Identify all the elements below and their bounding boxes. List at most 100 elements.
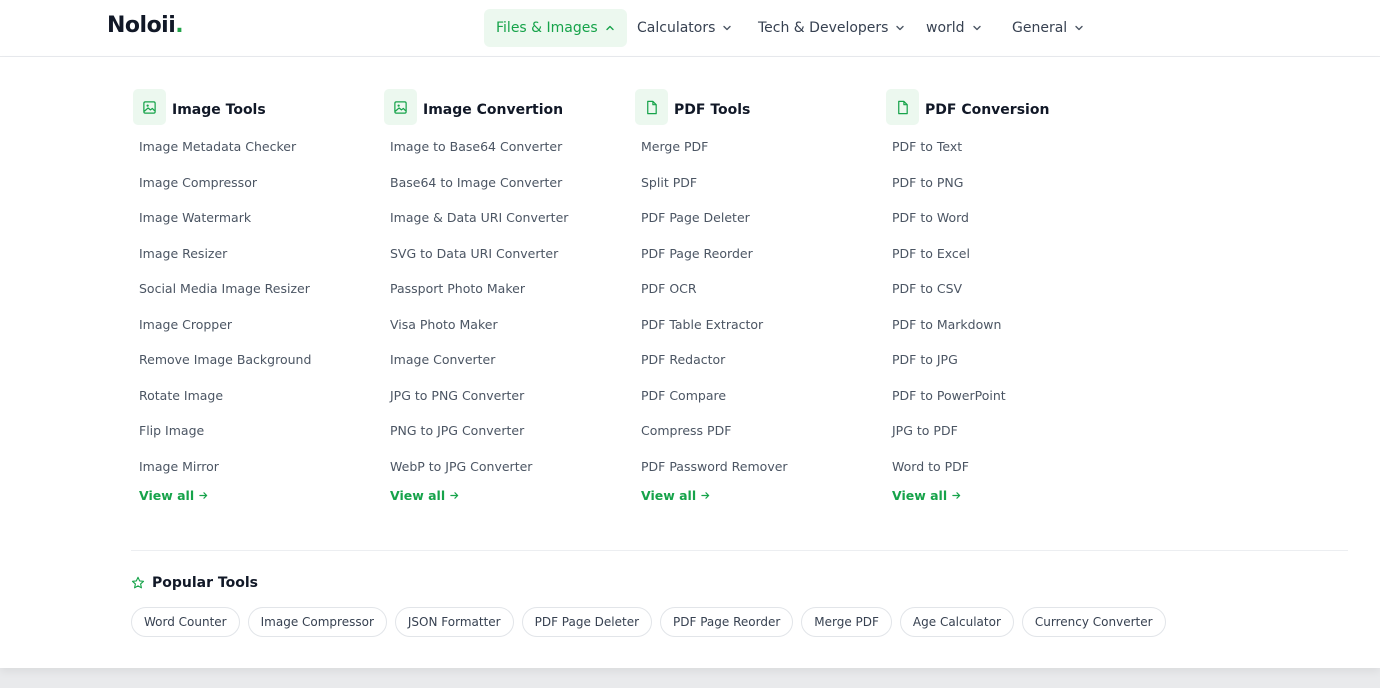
menu-link[interactable]: PDF Page Deleter xyxy=(641,203,873,239)
popular-chip[interactable]: Age Calculator xyxy=(899,607,1014,637)
arrow-right-icon xyxy=(199,492,208,499)
menu-link[interactable]: PDF to JPG xyxy=(892,345,1124,381)
menu-link[interactable]: Image to Base64 Converter xyxy=(390,132,622,168)
menu-link[interactable]: Remove Image Background xyxy=(139,345,371,381)
link-list: PDF to Text PDF to PNG PDF to Word PDF t… xyxy=(892,132,1124,487)
menu-link[interactable]: PDF to Markdown xyxy=(892,310,1124,346)
column-header: Image Convertion xyxy=(382,87,622,127)
link-list: Image to Base64 Converter Base64 to Imag… xyxy=(390,132,622,487)
file-icon xyxy=(635,89,668,125)
menu-link[interactable]: Passport Photo Maker xyxy=(390,274,622,310)
menu-link[interactable]: Word to PDF xyxy=(892,452,1124,488)
popular-tools-title: Popular Tools xyxy=(152,575,258,591)
menu-link[interactable]: Rotate Image xyxy=(139,381,371,417)
chevron-up-icon xyxy=(605,25,614,31)
popular-chip[interactable]: Currency Converter xyxy=(1021,607,1166,637)
popular-chip[interactable]: Merge PDF xyxy=(801,607,892,637)
view-all-link[interactable]: View all xyxy=(139,488,371,503)
nav-files-images[interactable]: Files & Images xyxy=(484,9,627,47)
menu-link[interactable]: PNG to JPG Converter xyxy=(390,416,622,452)
nav-label: Tech & Developers xyxy=(758,20,889,36)
nav-general[interactable]: General xyxy=(1000,9,1096,47)
menu-link[interactable]: Split PDF xyxy=(641,168,873,204)
popular-chip[interactable]: PDF Page Reorder xyxy=(660,607,794,637)
column-header: PDF Tools xyxy=(633,87,873,127)
view-all-label: View all xyxy=(892,488,948,503)
popular-chip[interactable]: JSON Formatter xyxy=(394,607,514,637)
link-list: Image Metadata Checker Image Compressor … xyxy=(139,132,371,487)
view-all-link[interactable]: View all xyxy=(892,488,1124,503)
column-title: Image Tools xyxy=(172,102,266,118)
star-icon xyxy=(131,576,145,589)
menu-link[interactable]: PDF Redactor xyxy=(641,345,873,381)
mega-menu-panel: Image Tools Image Metadata Checker Image… xyxy=(0,57,1380,668)
menu-link[interactable]: Image Cropper xyxy=(139,310,371,346)
menu-link[interactable]: Image Mirror xyxy=(139,452,371,488)
menu-link[interactable]: Image Converter xyxy=(390,345,622,381)
menu-link[interactable]: PDF to PowerPoint xyxy=(892,381,1124,417)
popular-chip[interactable]: Image Compressor xyxy=(247,607,387,637)
menu-link[interactable]: PDF to Text xyxy=(892,132,1124,168)
menu-column-image-tools: Image Tools Image Metadata Checker Image… xyxy=(131,87,371,503)
column-header: Image Tools xyxy=(131,87,371,127)
nav-tech-developers[interactable]: Tech & Developers xyxy=(746,9,917,47)
menu-link[interactable]: PDF Compare xyxy=(641,381,873,417)
menu-link[interactable]: PDF to PNG xyxy=(892,168,1124,204)
menu-column-pdf-conversion: PDF Conversion PDF to Text PDF to PNG PD… xyxy=(884,87,1124,503)
popular-chip[interactable]: Word Counter xyxy=(131,607,240,637)
menu-link[interactable]: SVG to Data URI Converter xyxy=(390,239,622,275)
menu-link[interactable]: Visa Photo Maker xyxy=(390,310,622,346)
menu-link[interactable]: Image Resizer xyxy=(139,239,371,275)
view-all-label: View all xyxy=(390,488,446,503)
menu-link[interactable]: PDF to Word xyxy=(892,203,1124,239)
site-header: Noloii. Files & Images Calculators Tech … xyxy=(0,0,1380,57)
chevron-down-icon xyxy=(723,25,732,31)
nav-label: General xyxy=(1012,20,1068,36)
menu-link[interactable]: Merge PDF xyxy=(641,132,873,168)
menu-link[interactable]: PDF to CSV xyxy=(892,274,1124,310)
menu-column-pdf-tools: PDF Tools Merge PDF Split PDF PDF Page D… xyxy=(633,87,873,503)
chevron-down-icon xyxy=(972,25,981,31)
column-title: PDF Tools xyxy=(674,102,751,118)
popular-tools-chips: Word Counter Image Compressor JSON Forma… xyxy=(131,607,1166,637)
menu-column-image-convertion: Image Convertion Image to Base64 Convert… xyxy=(382,87,622,503)
popular-chip[interactable]: PDF Page Deleter xyxy=(521,607,653,637)
menu-link[interactable]: PDF to Excel xyxy=(892,239,1124,275)
menu-link[interactable]: WebP to JPG Converter xyxy=(390,452,622,488)
menu-link[interactable]: Compress PDF xyxy=(641,416,873,452)
nav-world[interactable]: world xyxy=(914,9,994,47)
menu-link[interactable]: PDF OCR xyxy=(641,274,873,310)
column-title: Image Convertion xyxy=(423,102,564,118)
menu-link[interactable]: PDF Table Extractor xyxy=(641,310,873,346)
nav-calculators[interactable]: Calculators xyxy=(625,9,744,47)
menu-link[interactable]: Base64 to Image Converter xyxy=(390,168,622,204)
site-logo[interactable]: Noloii. xyxy=(107,13,184,38)
menu-link[interactable]: Social Media Image Resizer xyxy=(139,274,371,310)
menu-link[interactable]: PDF Password Remover xyxy=(641,452,873,488)
section-divider xyxy=(131,550,1348,551)
view-all-link[interactable]: View all xyxy=(641,488,873,503)
image-icon xyxy=(384,89,417,125)
arrow-right-icon xyxy=(450,492,459,499)
nav-label: Files & Images xyxy=(496,20,598,36)
arrow-right-icon xyxy=(701,492,710,499)
menu-link[interactable]: JPG to PNG Converter xyxy=(390,381,622,417)
chevron-down-icon xyxy=(1075,25,1083,31)
view-all-link[interactable]: View all xyxy=(390,488,622,503)
menu-link[interactable]: Image Compressor xyxy=(139,168,371,204)
nav-label: Calculators xyxy=(637,20,716,36)
menu-link[interactable]: Flip Image xyxy=(139,416,371,452)
view-all-label: View all xyxy=(139,488,195,503)
image-icon xyxy=(133,89,166,125)
file-icon xyxy=(886,89,919,125)
menu-link[interactable]: Image & Data URI Converter xyxy=(390,203,622,239)
menu-link[interactable]: Image Metadata Checker xyxy=(139,132,371,168)
column-title: PDF Conversion xyxy=(925,102,1050,118)
popular-tools-header: Popular Tools xyxy=(131,575,258,591)
menu-link[interactable]: Image Watermark xyxy=(139,203,371,239)
arrow-right-icon xyxy=(952,492,961,499)
nav-label: world xyxy=(926,20,965,36)
menu-link[interactable]: JPG to PDF xyxy=(892,416,1124,452)
view-all-label: View all xyxy=(641,488,697,503)
menu-link[interactable]: PDF Page Reorder xyxy=(641,239,873,275)
